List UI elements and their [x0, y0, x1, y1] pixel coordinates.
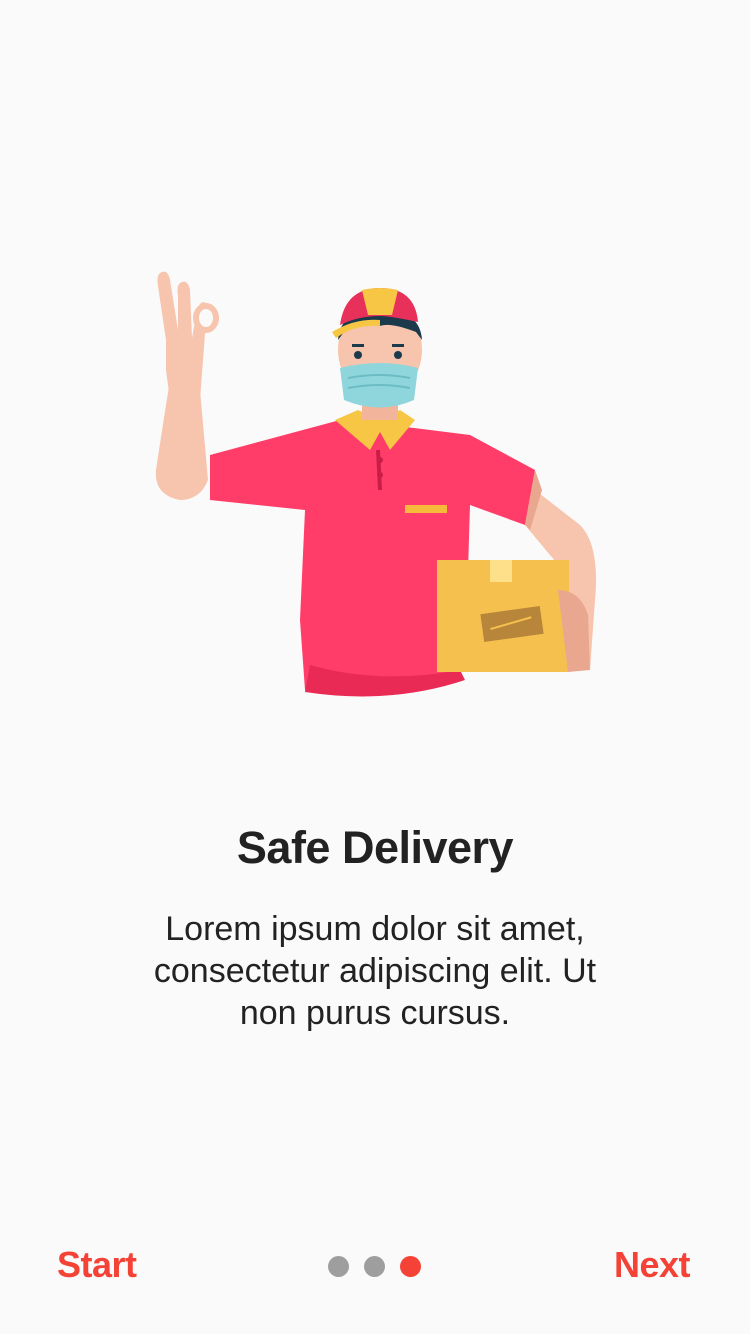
onboarding-nav-bar: Start Next	[0, 1230, 750, 1302]
page-dot-1[interactable]	[328, 1256, 349, 1277]
page-title: Safe Delivery	[236, 822, 514, 873]
next-button[interactable]: Next	[614, 1244, 691, 1286]
start-button[interactable]: Start	[57, 1244, 137, 1286]
delivery-man-illustration	[155, 271, 596, 697]
page-dot-3-active[interactable]	[400, 1256, 421, 1277]
onboarding-screen: Safe Delivery Lorem ipsum dolor sit amet…	[0, 0, 750, 1334]
page-indicator	[328, 1256, 428, 1278]
page-description: Lorem ipsum dolor sit amet, consectetur …	[153, 910, 597, 1032]
page-dot-2[interactable]	[364, 1256, 385, 1277]
